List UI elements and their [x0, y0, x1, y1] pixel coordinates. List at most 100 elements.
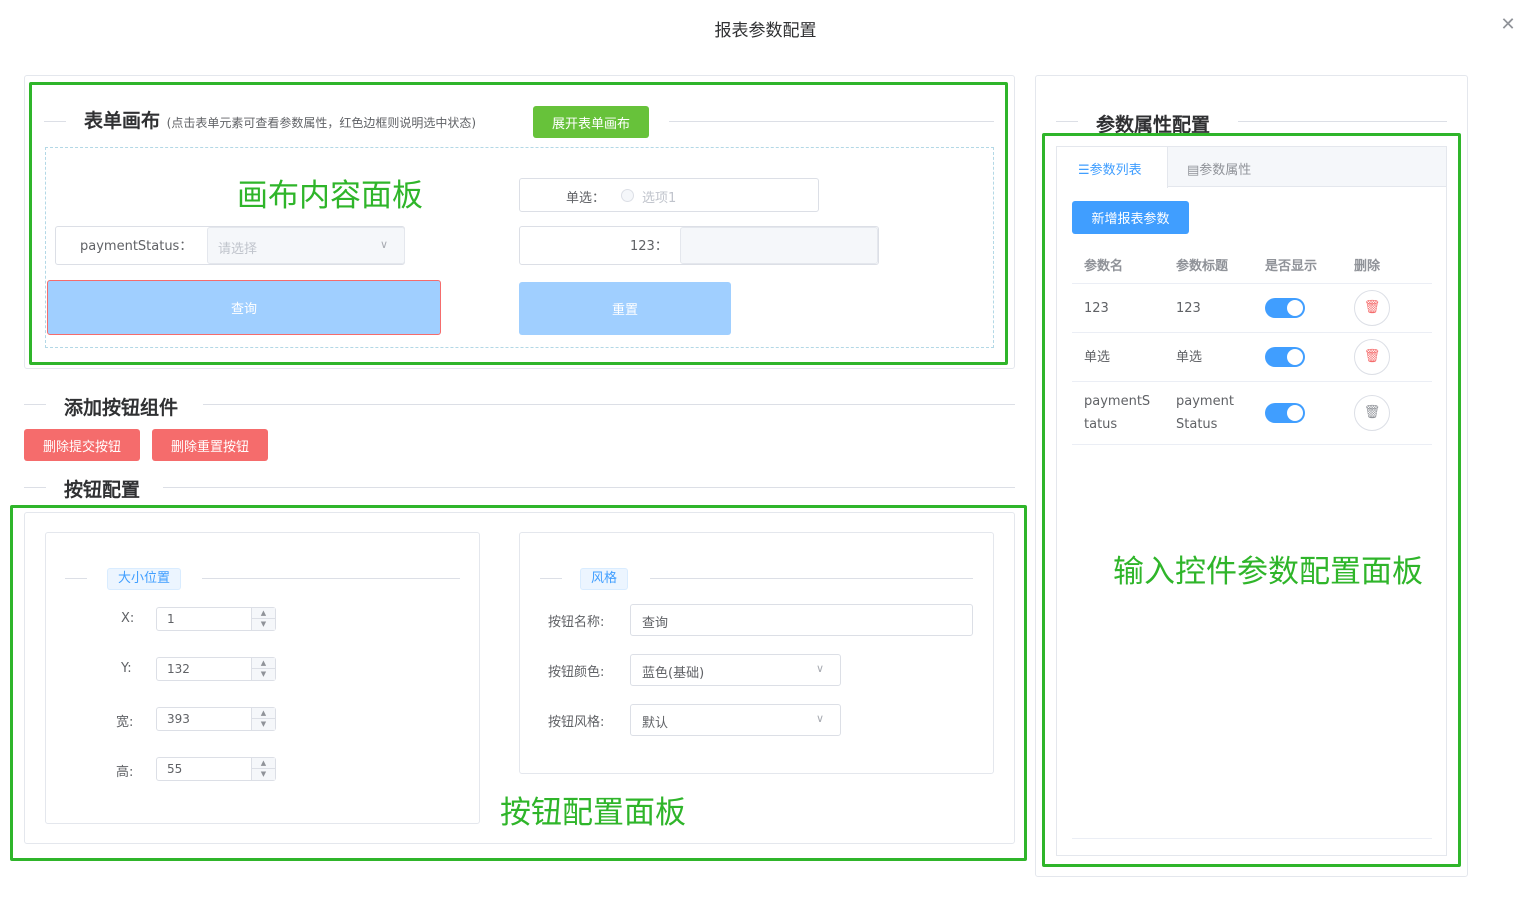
row-param-title: 123: [1176, 301, 1201, 316]
table-row: 单选 单选 🗑: [1072, 333, 1432, 381]
x-label: X:: [121, 611, 135, 626]
chevron-down-icon: ∨: [816, 662, 825, 675]
button-color-select[interactable]: 蓝色(基础) ∨: [630, 654, 841, 686]
trash-icon: 🗑: [1363, 300, 1381, 315]
y-input[interactable]: 132 ▲ ▼: [156, 657, 276, 681]
tab-param-attributes[interactable]: ▤参数属性: [1187, 159, 1251, 178]
radio-field[interactable]: 单选： 选项1: [519, 178, 819, 212]
canvas-title: 表单画布 (点击表单元素可查看参数属性，红色边框则说明选中状态): [84, 106, 476, 133]
row-divider: [1072, 444, 1432, 445]
button-color-label: 按钮颜色:: [548, 665, 605, 680]
chevron-down-icon: ∨: [816, 712, 825, 725]
radio-option-label: 选项1: [642, 191, 677, 206]
dialog-title: 报表参数配置: [714, 21, 817, 41]
chevron-up-icon[interactable]: ▲: [252, 608, 275, 619]
col-delete: 删除: [1354, 259, 1381, 274]
payment-status-select[interactable]: 请选择 ∨: [207, 227, 405, 264]
x-stepper[interactable]: ▲ ▼: [251, 608, 275, 630]
y-value: 132: [167, 662, 190, 676]
x-input[interactable]: 1 ▲ ▼: [156, 607, 276, 631]
chevron-down-icon[interactable]: ▼: [252, 619, 275, 630]
tab-param-list[interactable]: ☰参数列表: [1057, 147, 1168, 188]
style-line-left: [540, 578, 562, 579]
param-config-line-left: [1056, 121, 1078, 122]
x-value: 1: [167, 612, 175, 626]
row-shown-toggle[interactable]: [1265, 347, 1305, 367]
radio-circle-icon[interactable]: [621, 189, 634, 202]
col-param-name: 参数名: [1084, 259, 1124, 274]
col-shown: 是否显示: [1265, 259, 1318, 274]
canvas-query-button[interactable]: 查询: [47, 280, 441, 335]
width-input[interactable]: 393 ▲ ▼: [156, 707, 276, 731]
field-123[interactable]: 123：: [519, 226, 879, 265]
tab-param-list-label: 参数列表: [1089, 163, 1142, 178]
width-label: 宽:: [116, 715, 134, 730]
button-name-input[interactable]: 查询: [630, 604, 973, 636]
tab-param-attributes-label: 参数属性: [1199, 163, 1252, 178]
table-row: 123 123 🗑: [1072, 284, 1432, 332]
row-delete-button[interactable]: 🗑: [1354, 395, 1390, 431]
size-position-line-left: [65, 578, 87, 579]
height-value: 55: [167, 762, 183, 776]
param-config-annotation: 输入控件参数配置面板: [1113, 554, 1423, 590]
button-style-value: 默认: [642, 716, 669, 731]
add-buttons-title: 添加按钮组件: [64, 397, 179, 419]
size-position-line-right: [202, 578, 460, 579]
row-param-title-line2: Status: [1176, 417, 1218, 432]
row-param-name-line2: tatus: [1084, 417, 1118, 432]
canvas-title-text: 表单画布: [84, 110, 161, 132]
size-position-tag: 大小位置: [107, 568, 181, 590]
trash-icon: 🗑: [1363, 405, 1381, 420]
height-label: 高:: [116, 765, 134, 780]
chevron-down-icon: ∨: [380, 238, 389, 251]
col-param-title: 参数标题: [1176, 259, 1229, 274]
canvas-title-line-right: [669, 121, 994, 122]
button-style-select[interactable]: 默认 ∨: [630, 704, 841, 736]
chevron-down-icon[interactable]: ▼: [252, 719, 275, 730]
button-config-title: 按钮配置: [64, 479, 141, 501]
chevron-up-icon[interactable]: ▲: [252, 758, 275, 769]
canvas-hint: (点击表单元素可查看参数属性，红色边框则说明选中状态): [166, 116, 477, 130]
row-param-name-line1: paymentS: [1084, 394, 1151, 409]
payment-status-label: paymentStatus：: [80, 239, 193, 254]
row-param-name: 123: [1084, 301, 1109, 316]
y-stepper[interactable]: ▲ ▼: [251, 658, 275, 680]
field-123-input[interactable]: [680, 227, 878, 264]
row-param-title: 单选: [1176, 350, 1203, 365]
height-input[interactable]: 55 ▲ ▼: [156, 757, 276, 781]
style-line-right: [650, 578, 973, 579]
row-shown-toggle[interactable]: [1265, 403, 1305, 423]
size-position-card: 大小位置 X: 1 ▲ ▼ Y: 132 ▲ ▼ 宽: 393 ▲ ▼ 高: 55 ▲…: [45, 532, 480, 824]
form-icon: ▤: [1187, 163, 1200, 178]
chevron-up-icon[interactable]: ▲: [252, 658, 275, 669]
trash-icon: 🗑: [1363, 349, 1381, 364]
row-delete-button[interactable]: 🗑: [1354, 339, 1390, 375]
button-config-line-left: [24, 487, 46, 488]
button-config-annotation: 按钮配置面板: [500, 795, 686, 831]
canvas-title-line-left: [44, 121, 66, 122]
button-color-value: 蓝色(基础): [642, 666, 705, 681]
payment-status-field[interactable]: paymentStatus： 请选择 ∨: [55, 226, 405, 265]
chevron-down-icon[interactable]: ▼: [252, 769, 275, 780]
add-buttons-line-left: [24, 404, 46, 405]
close-icon[interactable]: ✕: [1497, 14, 1519, 36]
chevron-up-icon[interactable]: ▲: [252, 708, 275, 719]
width-stepper[interactable]: ▲ ▼: [251, 708, 275, 730]
radio-label: 单选：: [566, 191, 606, 206]
delete-reset-button[interactable]: 删除重置按钮: [152, 429, 268, 461]
row-param-name: 单选: [1084, 350, 1111, 365]
payment-status-placeholder: 请选择: [218, 242, 258, 257]
row-delete-button[interactable]: 🗑: [1354, 290, 1390, 326]
delete-submit-button[interactable]: 删除提交按钮: [24, 429, 140, 461]
height-stepper[interactable]: ▲ ▼: [251, 758, 275, 780]
button-name-value: 查询: [642, 616, 669, 631]
canvas-reset-button[interactable]: 重置: [519, 282, 731, 335]
row-shown-toggle[interactable]: [1265, 298, 1305, 318]
chevron-down-icon[interactable]: ▼: [252, 669, 275, 680]
button-config-line-right: [163, 487, 1015, 488]
param-tabs-container: ☰参数列表 ▤参数属性 新增报表参数 参数名 参数标题 是否显示 删除 123 …: [1056, 146, 1447, 856]
table-bottom-line: [1072, 838, 1432, 839]
param-config-line-right: [1238, 121, 1447, 122]
add-report-param-button[interactable]: 新增报表参数: [1072, 201, 1189, 234]
expand-canvas-button[interactable]: 展开表单画布: [533, 106, 649, 138]
